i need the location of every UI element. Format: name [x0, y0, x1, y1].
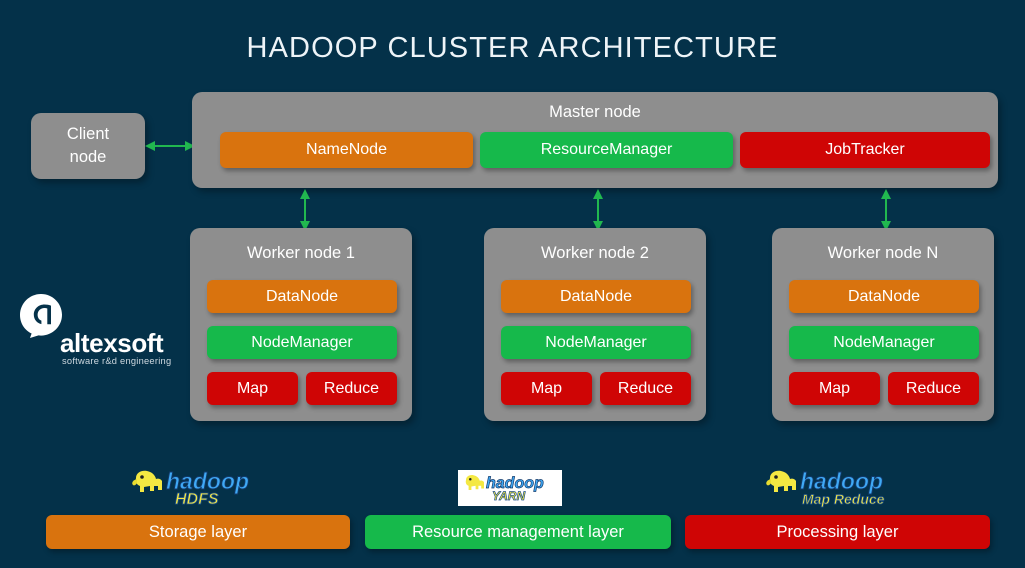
hadoop-yarn-logo-icon: hadoop YARN: [465, 475, 544, 503]
hadoop-hdfs-logo-icon: hadoop HDFS: [132, 468, 249, 508]
client-node: Client node: [31, 113, 145, 179]
worker-n-datanode-label: DataNode: [847, 287, 921, 305]
worker-n-datanode: DataNode: [789, 280, 979, 313]
worker-node-2-title: Worker node 2: [541, 244, 649, 262]
worker-node-1: Worker node 1 DataNode NodeManager Map R…: [190, 228, 412, 421]
worker-node-n-title: Worker node N: [827, 244, 939, 262]
worker-2-map: Map: [501, 372, 592, 405]
altexsoft-wordmark: altexsoft: [60, 328, 164, 358]
arrow-client-to-master: [145, 141, 195, 151]
hadoop-elephant-icon: [766, 470, 796, 492]
worker-2-map-label: Map: [530, 379, 563, 397]
page-title: HADOOP CLUSTER ARCHITECTURE: [246, 32, 779, 64]
worker-1-nodemanager-label: NodeManager: [251, 333, 353, 351]
service-resourcemanager: ResourceManager: [480, 132, 733, 168]
worker-2-datanode: DataNode: [501, 280, 691, 313]
worker-1-datanode: DataNode: [207, 280, 397, 313]
diagram-canvas: HADOOP CLUSTER ARCHITECTURE Client node …: [0, 0, 1025, 568]
arrow-master-to-worker-n: [881, 189, 891, 231]
service-namenode-label: NameNode: [306, 141, 387, 158]
arrow-master-to-worker-2: [593, 189, 603, 231]
worker-n-nodemanager: NodeManager: [789, 326, 979, 359]
arrow-master-to-worker-1: [300, 189, 310, 231]
hadoop-mapreduce-logo-icon: hadoop Map Reduce: [766, 468, 885, 507]
legend-bar-resource-management-layer: Resource management layer: [365, 515, 671, 549]
worker-2-reduce: Reduce: [600, 372, 691, 405]
worker-node-1-title: Worker node 1: [247, 244, 355, 262]
yarn-sub-text: YARN: [492, 489, 525, 503]
hadoop-mapreduce-logo: hadoop Map Reduce: [762, 466, 914, 508]
worker-1-reduce-label: Reduce: [323, 379, 380, 397]
worker-2-datanode-label: DataNode: [559, 287, 633, 305]
hadoop-elephant-icon: [465, 475, 484, 490]
legend-bar-processing-layer-label: Processing layer: [776, 522, 899, 541]
client-node-label-line1: Client: [66, 125, 110, 144]
legend-bar-processing-layer: Processing layer: [685, 515, 990, 549]
worker-n-reduce: Reduce: [888, 372, 979, 405]
service-resourcemanager-label: ResourceManager: [540, 141, 673, 158]
worker-2-reduce-label: Reduce: [617, 379, 674, 397]
worker-1-datanode-label: DataNode: [265, 287, 339, 305]
hadoop-hdfs-logo: hadoop HDFS: [128, 466, 268, 508]
hadoop-yarn-logo: hadoop YARN: [458, 470, 562, 506]
worker-n-map: Map: [789, 372, 880, 405]
worker-1-map-label: Map: [236, 379, 269, 397]
master-node-title: Master node: [549, 103, 641, 121]
hdfs-sub-text: HDFS: [175, 491, 219, 508]
service-jobtracker-label: JobTracker: [825, 141, 905, 158]
legend-bar-storage-layer: Storage layer: [46, 515, 350, 549]
master-node: Master node NameNode ResourceManager Job…: [192, 92, 998, 188]
hadoop-elephant-icon: [132, 470, 162, 492]
worker-1-nodemanager: NodeManager: [207, 326, 397, 359]
client-node-label-line2: node: [69, 148, 107, 166]
altexsoft-tagline: software r&d engineering: [62, 356, 172, 366]
altexsoft-mark-icon: [20, 294, 62, 338]
worker-n-map-label: Map: [818, 379, 851, 397]
worker-node-n: Worker node N DataNode NodeManager Map R…: [772, 228, 994, 421]
worker-n-nodemanager-label: NodeManager: [833, 333, 935, 351]
worker-node-2: Worker node 2 DataNode NodeManager Map R…: [484, 228, 706, 421]
mapreduce-sub-text: Map Reduce: [802, 491, 885, 507]
worker-n-reduce-label: Reduce: [905, 379, 962, 397]
service-namenode: NameNode: [220, 132, 473, 168]
worker-1-reduce: Reduce: [306, 372, 397, 405]
worker-1-map: Map: [207, 372, 298, 405]
altexsoft-logo: altexsoft software r&d engineering: [18, 292, 178, 372]
worker-2-nodemanager: NodeManager: [501, 326, 691, 359]
worker-2-nodemanager-label: NodeManager: [545, 333, 647, 351]
legend-bar-resource-management-layer-label: Resource management layer: [412, 522, 624, 541]
service-jobtracker: JobTracker: [740, 132, 990, 168]
legend-bar-storage-layer-label: Storage layer: [148, 522, 248, 541]
